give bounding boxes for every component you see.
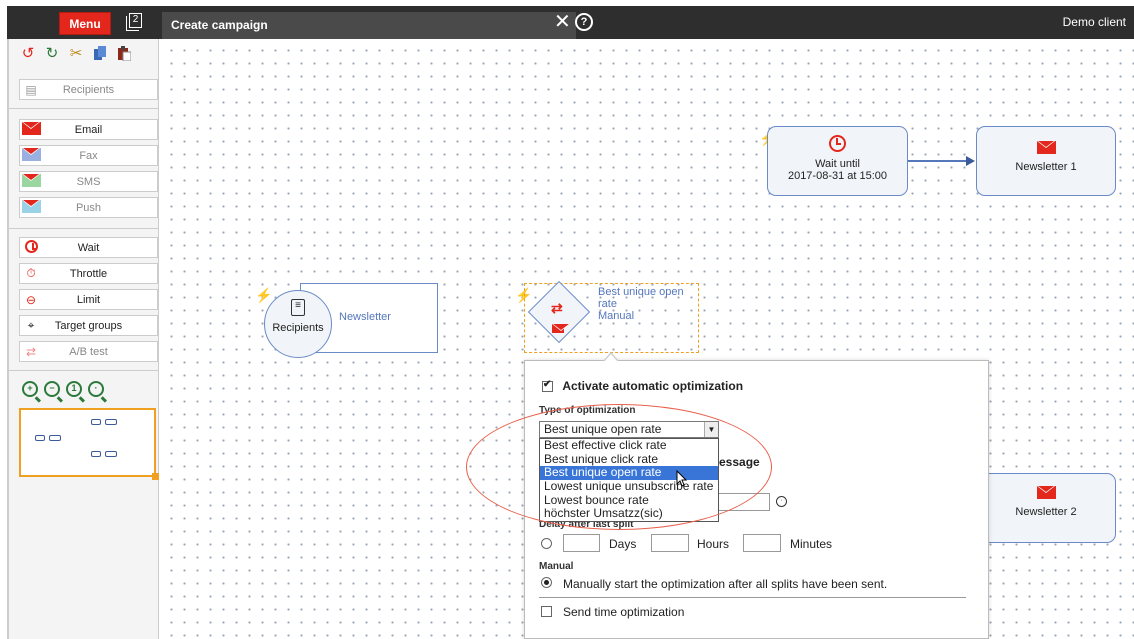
hours-input[interactable] bbox=[651, 534, 689, 552]
manual-text: Manually start the optimization after al… bbox=[563, 577, 888, 591]
minimap-node bbox=[91, 451, 101, 457]
manual-label: Manual bbox=[539, 561, 574, 572]
document-icon: ▤ bbox=[25, 82, 37, 97]
crosshair-icon: ⌖ bbox=[27, 318, 35, 332]
paste-icon[interactable] bbox=[116, 46, 132, 62]
newsletter-2-label: Newsletter 2 bbox=[1015, 506, 1077, 518]
cut-icon[interactable]: ✂ bbox=[68, 46, 84, 62]
sidebar-item-throttle[interactable]: ⏱ Throttle bbox=[19, 263, 158, 284]
popover-divider bbox=[539, 597, 966, 598]
top-bar: Menu 2 Create campaign ✕ ? Demo client bbox=[7, 6, 1134, 39]
minimap-resize-handle[interactable] bbox=[152, 473, 159, 480]
sidebar-item-target-groups[interactable]: ⌖ Target groups bbox=[19, 315, 158, 336]
document-icon: ≡ bbox=[291, 299, 305, 316]
fax-icon bbox=[21, 147, 41, 161]
clock-picker-icon[interactable]: · bbox=[776, 496, 787, 507]
minimap-node bbox=[49, 435, 61, 441]
activate-optimization-label: Activate automatic optimization bbox=[562, 379, 744, 393]
sidebar-item-label: SMS bbox=[76, 175, 101, 188]
hours-label: Hours bbox=[697, 537, 730, 551]
minimap-node bbox=[105, 419, 117, 425]
email-icon bbox=[21, 121, 41, 135]
arrow-head bbox=[966, 156, 975, 166]
sms-icon bbox=[21, 173, 41, 187]
wait-node[interactable]: Wait until 2017-08-31 at 15:00 bbox=[767, 126, 908, 196]
newsletter-2-node[interactable]: Newsletter 2 bbox=[976, 473, 1116, 543]
ab-node-title: Best unique open rate bbox=[598, 286, 684, 310]
sidebar-item-label: Fax bbox=[79, 149, 98, 162]
minimap[interactable] bbox=[19, 408, 159, 480]
activate-optimization-checkbox[interactable] bbox=[542, 379, 553, 393]
wait-node-label: Wait until bbox=[815, 158, 860, 170]
divider bbox=[9, 228, 159, 229]
sidebar: ↺ ↻ ✂ ▤ Recipients Email Fax SMS Push Wa… bbox=[9, 39, 159, 639]
recipients-node-label: Recipients bbox=[272, 322, 324, 334]
menu-button[interactable]: Menu bbox=[59, 12, 111, 35]
shuffle-icon: ⇄ bbox=[551, 300, 563, 316]
sidebar-item-label: Target groups bbox=[54, 319, 123, 332]
sidebar-item-fax[interactable]: Fax bbox=[19, 145, 158, 166]
email-icon bbox=[552, 324, 570, 333]
sidebar-item-label: A/B test bbox=[69, 345, 108, 358]
divider bbox=[9, 108, 159, 109]
email-icon bbox=[1036, 486, 1056, 499]
sidebar-item-limit[interactable]: ⊖ Limit bbox=[19, 289, 158, 310]
clock-icon bbox=[24, 239, 38, 253]
zoom-reset-icon[interactable]: 1 bbox=[66, 381, 82, 397]
zoom-in-icon[interactable]: + bbox=[22, 381, 38, 397]
recipients-node[interactable]: ≡ Recipients bbox=[264, 290, 332, 358]
copy-icon[interactable] bbox=[92, 46, 108, 62]
minutes-label: Minutes bbox=[790, 537, 833, 551]
email-icon bbox=[1036, 141, 1056, 154]
sidebar-item-email[interactable]: Email bbox=[19, 119, 158, 140]
minimap-node bbox=[91, 419, 101, 425]
minimap-node bbox=[35, 435, 45, 441]
push-icon bbox=[21, 199, 41, 213]
sidebar-item-wait[interactable]: Wait bbox=[19, 237, 158, 258]
sidebar-item-label: Email bbox=[74, 123, 103, 136]
sidebar-item-recipients[interactable]: ▤ Recipients bbox=[19, 79, 158, 100]
zoom-out-icon[interactable]: − bbox=[44, 381, 60, 397]
recipients-link[interactable]: Newsletter bbox=[339, 311, 391, 323]
trigger-icon: ⚡ bbox=[255, 287, 273, 303]
help-icon[interactable]: ? bbox=[575, 13, 593, 31]
highlight-ellipse bbox=[466, 404, 772, 530]
minutes-input[interactable] bbox=[743, 534, 781, 552]
manual-radio[interactable] bbox=[541, 577, 552, 588]
sidebar-item-push[interactable]: Push bbox=[19, 197, 158, 218]
newsletter-1-label: Newsletter 1 bbox=[1015, 161, 1077, 173]
wait-node-date: 2017-08-31 at 15:00 bbox=[787, 170, 888, 182]
redo-icon[interactable]: ↻ bbox=[44, 46, 60, 62]
sidebar-item-label: Wait bbox=[77, 241, 100, 254]
ab-node-mode: Manual bbox=[598, 310, 635, 322]
sidebar-item-label: Recipients bbox=[62, 83, 115, 96]
sidebar-item-label: Throttle bbox=[69, 267, 108, 280]
window-count: 2 bbox=[129, 13, 142, 28]
send-time-label: Send time optimization bbox=[563, 605, 685, 619]
connector-line bbox=[908, 160, 966, 162]
sidebar-item-ab-test[interactable]: ⇄ A/B test bbox=[19, 341, 158, 362]
minus-circle-icon: ⊖ bbox=[25, 292, 37, 307]
clock-icon bbox=[829, 135, 846, 152]
shuffle-icon: ⇄ bbox=[25, 344, 37, 359]
zoom-controls: + − 1 · bbox=[22, 381, 104, 397]
toolbar: ↺ ↻ ✂ bbox=[20, 46, 132, 62]
close-icon[interactable]: ✕ bbox=[554, 11, 571, 33]
sidebar-item-label: Push bbox=[75, 201, 102, 214]
divider bbox=[9, 370, 159, 371]
client-name: Demo client bbox=[1062, 15, 1126, 29]
sidebar-item-sms[interactable]: SMS bbox=[19, 171, 158, 192]
newsletter-1-node[interactable]: Newsletter 1 bbox=[976, 126, 1116, 196]
window-count-icon[interactable]: 2 bbox=[125, 11, 145, 33]
days-label: Days bbox=[609, 537, 637, 551]
stopwatch-icon: ⏱ bbox=[26, 266, 36, 280]
page-title: Create campaign bbox=[162, 12, 576, 39]
delay-radio[interactable] bbox=[541, 538, 552, 549]
undo-icon[interactable]: ↺ bbox=[20, 46, 36, 62]
send-time-checkbox[interactable] bbox=[541, 606, 552, 617]
zoom-fit-icon[interactable]: · bbox=[88, 381, 104, 397]
sidebar-item-label: Limit bbox=[76, 293, 101, 306]
days-input[interactable] bbox=[563, 534, 600, 552]
minimap-node bbox=[105, 451, 117, 457]
